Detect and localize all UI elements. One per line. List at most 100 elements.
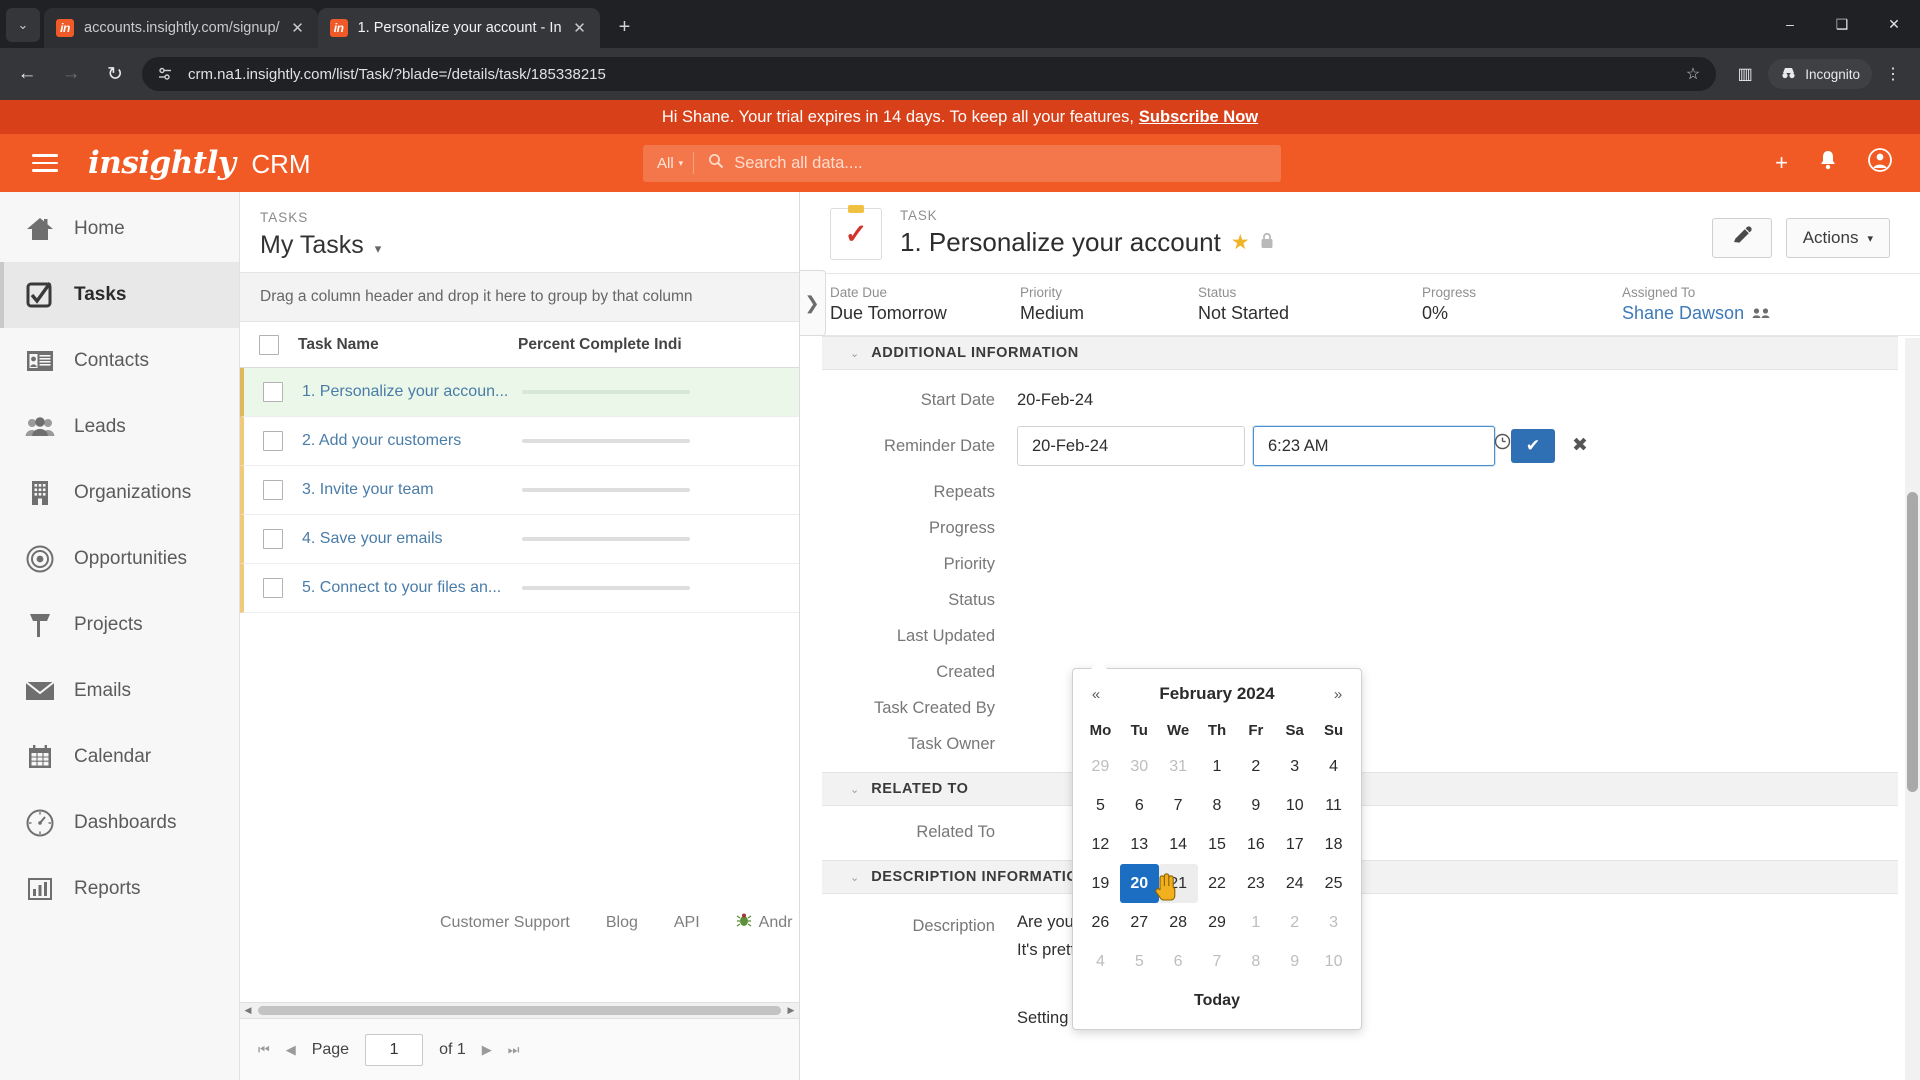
clock-icon[interactable] [1494,428,1511,464]
confirm-reminder-button[interactable]: ✔ [1511,429,1555,463]
row-select-cell[interactable] [244,578,302,598]
api-link[interactable]: API [674,914,700,932]
date-cell[interactable]: 25 [1314,864,1353,903]
scroll-left-icon[interactable]: ◀ [240,1005,256,1016]
date-cell[interactable]: 8 [1198,786,1237,825]
next-month-icon[interactable]: » [1323,686,1353,703]
task-name-link[interactable]: 4. Save your emails [302,530,443,547]
customer-support-link[interactable]: Customer Support [440,914,570,932]
table-row[interactable]: 2. Add your customers [240,417,799,466]
row-select-cell[interactable] [244,382,302,402]
menu-toggle-icon[interactable] [32,149,58,177]
date-cell[interactable]: 4 [1314,747,1353,786]
date-cell[interactable]: 27 [1120,903,1159,942]
date-cell[interactable]: 9 [1275,942,1314,981]
user-avatar-icon[interactable] [1868,148,1892,178]
sidebar-item-reports[interactable]: Reports [0,856,239,922]
date-cell[interactable]: 3 [1314,903,1353,942]
date-cell[interactable]: 26 [1081,903,1120,942]
column-header-percent-complete[interactable]: Percent Complete Indi [518,336,799,354]
date-cell[interactable]: 24 [1275,864,1314,903]
forward-icon[interactable]: → [54,57,88,91]
search-scope-dropdown[interactable]: All ▾ [643,152,695,174]
row-checkbox[interactable] [263,431,283,451]
sidebar-item-home[interactable]: Home [0,196,239,262]
date-cell[interactable]: 31 [1159,747,1198,786]
date-cell[interactable]: 13 [1120,825,1159,864]
date-cell[interactable]: 5 [1120,942,1159,981]
date-cell[interactable]: 19 [1081,864,1120,903]
sidebar-item-emails[interactable]: Emails [0,658,239,724]
date-cell[interactable]: 29 [1081,747,1120,786]
brand[interactable]: insightly CRM [88,145,311,181]
date-cell[interactable]: 18 [1314,825,1353,864]
assigned-to-value[interactable]: Shane Dawson [1622,303,1770,324]
date-picker-popup[interactable]: « February 2024 » Mo Tu We Th Fr Sa Su 2… [1072,661,1362,1030]
reminder-date-input[interactable] [1032,436,1252,456]
date-cell[interactable]: 5 [1081,786,1120,825]
date-cell[interactable]: 8 [1236,942,1275,981]
sidebar-item-organizations[interactable]: Organizations [0,460,239,526]
blade-expand-toggle[interactable]: ❯ [800,270,826,336]
date-cell[interactable]: 7 [1159,786,1198,825]
browser-tab-2[interactable]: in 1. Personalize your account - In ✕ [317,8,600,48]
date-cell[interactable]: 6 [1120,786,1159,825]
sidebar-item-opportunities[interactable]: Opportunities [0,526,239,592]
date-cell[interactable]: 10 [1314,942,1353,981]
search-input[interactable] [734,153,1281,173]
task-name-link[interactable]: 5. Connect to your files an... [302,579,501,596]
date-cell[interactable]: 6 [1159,942,1198,981]
date-cell[interactable]: 10 [1275,786,1314,825]
edit-button[interactable] [1711,218,1772,258]
sidebar-item-tasks[interactable]: Tasks [0,262,239,328]
section-additional-information[interactable]: ⌄ ADDITIONAL INFORMATION [822,336,1898,370]
subscribe-now-link[interactable]: Subscribe Now [1139,108,1258,127]
row-select-cell[interactable] [244,431,302,451]
date-cell[interactable]: 2 [1236,747,1275,786]
blade-scrollbar-thumb[interactable] [1907,492,1918,792]
date-cell[interactable]: 16 [1236,825,1275,864]
reminder-date-input-wrap[interactable] [1017,426,1274,466]
add-new-icon[interactable]: + [1775,150,1788,176]
page-number-input[interactable] [365,1033,424,1066]
table-row[interactable]: 5. Connect to your files an... [240,564,799,613]
select-all-cell[interactable] [240,334,298,355]
date-cell[interactable]: 9 [1236,786,1275,825]
actions-button[interactable]: Actions ▾ [1785,218,1890,258]
cancel-reminder-button[interactable]: ✖ [1563,429,1597,463]
date-cell[interactable]: 11 [1314,786,1353,825]
close-icon[interactable]: ✕ [570,18,590,38]
sidebar-item-contacts[interactable]: Contacts [0,328,239,394]
column-header-task-name[interactable]: Task Name [298,336,518,354]
next-page-icon[interactable]: ▶ [482,1042,492,1058]
tab-search-dropdown-icon[interactable]: ⌄ [6,8,40,42]
last-page-icon[interactable]: ⏭ [508,1042,520,1058]
date-cell[interactable]: 15 [1198,825,1237,864]
minimize-icon[interactable]: – [1764,0,1816,48]
row-select-cell[interactable] [244,480,302,500]
reminder-time-input-wrap[interactable] [1253,426,1511,466]
date-cell[interactable]: 23 [1236,864,1275,903]
scroll-right-icon[interactable]: ▶ [783,1005,799,1016]
date-cell-hovered[interactable]: 21 [1158,864,1198,903]
task-name-link[interactable]: 3. Invite your team [302,481,434,498]
task-name-link[interactable]: 2. Add your customers [302,432,461,449]
window-close-icon[interactable]: ✕ [1868,0,1920,48]
reload-icon[interactable]: ↻ [98,57,132,91]
task-name-link[interactable]: 1. Personalize your accoun... [302,383,508,400]
date-picker-month-label[interactable]: February 2024 [1111,684,1323,704]
prev-month-icon[interactable]: « [1081,686,1111,703]
row-checkbox[interactable] [263,529,283,549]
horizontal-scrollbar[interactable]: ◀ ▶ [240,1002,799,1018]
row-checkbox[interactable] [263,578,283,598]
global-search[interactable]: All ▾ [643,144,1281,182]
maximize-icon[interactable]: ❑ [1816,0,1868,48]
new-tab-button[interactable]: + [608,10,642,44]
date-cell[interactable]: 14 [1159,825,1198,864]
date-cell[interactable]: 30 [1120,747,1159,786]
date-cell[interactable]: 28 [1159,903,1198,942]
date-cell-selected[interactable]: 20 [1119,864,1159,903]
browser-tab-1[interactable]: in accounts.insightly.com/signup/ ✕ [44,8,318,48]
date-cell[interactable]: 29 [1198,903,1237,942]
close-icon[interactable]: ✕ [288,18,308,38]
